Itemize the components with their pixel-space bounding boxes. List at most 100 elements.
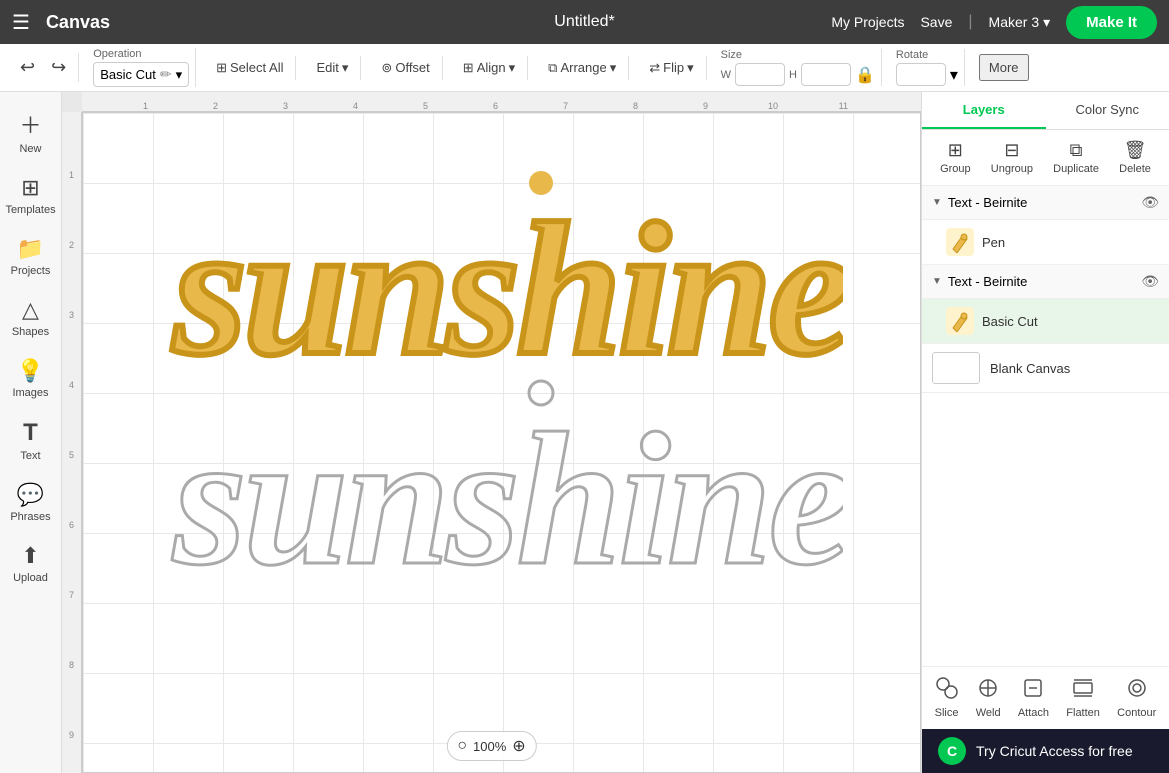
size-h-input[interactable] [801, 63, 851, 86]
arrange-button[interactable]: ⧉ Arrange ▾ [542, 56, 622, 80]
sidebar-item-images[interactable]: 💡 Images [3, 350, 59, 407]
pen-thumb-icon [949, 231, 971, 253]
weld-button[interactable]: Weld [970, 673, 1007, 723]
flatten-icon [1072, 677, 1094, 705]
slice-button[interactable]: Slice [929, 673, 965, 723]
layers-list: ▼ Text - Beirnite 👁 Pen ▼ Text - Beirnit… [922, 186, 1169, 666]
sidebar-item-shapes-label: Shapes [12, 326, 49, 338]
delete-button[interactable]: 🗑 Delete [1115, 136, 1155, 179]
visibility-icon-1[interactable]: 👁 [1141, 194, 1159, 211]
ruler-mark-6: 6 [432, 101, 502, 111]
flatten-button[interactable]: Flatten [1060, 673, 1106, 723]
cricut-banner[interactable]: C Try Cricut Access for free [922, 729, 1169, 773]
ungroup-button[interactable]: ⊟ Ungroup [987, 136, 1037, 179]
operation-select[interactable]: Basic Cut ✏ ▾ [93, 62, 189, 87]
group-label: Group [940, 163, 971, 175]
duplicate-button[interactable]: ⧉ Duplicate [1049, 136, 1103, 179]
more-button[interactable]: More [979, 54, 1029, 81]
duplicate-icon: ⧉ [1070, 140, 1083, 161]
right-panel: Layers Color Sync ⊞ Group ⊟ Ungroup ⧉ Du… [921, 92, 1169, 773]
templates-icon: ⊞ [21, 175, 39, 201]
hamburger-menu[interactable]: ☰ [12, 10, 30, 35]
align-button[interactable]: ⊞ Align ▾ [457, 56, 521, 80]
slice-icon [936, 677, 958, 705]
ruler-mark-v-3: 3 [62, 252, 81, 322]
new-icon: ＋ [19, 108, 41, 140]
projects-icon: 📁 [17, 236, 44, 262]
redo-button[interactable]: ↪ [45, 53, 72, 82]
ruler-mark-1: 1 [82, 101, 152, 111]
nav-right: My Projects Save | Maker 3 ▾ Make It [831, 6, 1157, 39]
zoom-out-button[interactable]: ○ [457, 737, 467, 755]
offset-button[interactable]: ⊚ Offset [375, 56, 435, 80]
operation-field: Operation Basic Cut ✏ ▾ [93, 48, 189, 87]
bottom-actions: Slice Weld Attach Flatten [922, 666, 1169, 729]
attach-label: Attach [1018, 707, 1049, 719]
layer-group-2-name: Text - Beirnite [948, 274, 1135, 289]
rotate-group: Rotate ▾ [890, 49, 965, 86]
size-h-label: H [789, 69, 797, 81]
chevron-down-icon: ▾ [1043, 14, 1050, 31]
zoom-in-button[interactable]: ⊕ [512, 736, 525, 756]
rotate-input[interactable] [896, 63, 946, 86]
layer-item-basiccut[interactable]: Basic Cut [922, 299, 1169, 344]
layer-group-1[interactable]: ▼ Text - Beirnite 👁 [922, 186, 1169, 220]
machine-selector[interactable]: Maker 3 ▾ [989, 14, 1051, 31]
chevron-down-icon: ▾ [342, 60, 349, 76]
make-it-button[interactable]: Make It [1066, 6, 1157, 39]
flip-button[interactable]: ⇄ Flip ▾ [643, 56, 699, 80]
operation-value: Basic Cut [100, 67, 156, 82]
align-icon: ⊞ [463, 60, 474, 76]
app-name: Canvas [46, 12, 110, 33]
contour-button[interactable]: Contour [1111, 673, 1162, 723]
layer-thumb-basiccut [946, 307, 974, 335]
select-all-label: Select All [230, 60, 283, 75]
sidebar-item-upload[interactable]: ⬆ Upload [3, 535, 59, 592]
ruler-mark-v-7: 7 [62, 532, 81, 602]
group-button[interactable]: ⊞ Group [936, 136, 975, 179]
cricut-icon: C [938, 737, 966, 765]
canvas-area: 1 2 3 4 5 6 7 8 9 10 11 1 2 3 4 5 6 7 8 … [62, 92, 921, 773]
ruler-mark-3: 3 [222, 101, 292, 111]
sidebar-item-shapes[interactable]: △ Shapes [3, 289, 59, 346]
size-w-input[interactable] [735, 63, 785, 86]
save-link[interactable]: Save [920, 14, 952, 30]
arrange-icon: ⧉ [548, 60, 557, 76]
visibility-icon-2[interactable]: 👁 [1141, 273, 1159, 290]
sidebar-item-templates-label: Templates [5, 204, 55, 216]
arrange-group: ⧉ Arrange ▾ [536, 56, 629, 80]
sidebar-item-text[interactable]: T Text [3, 411, 59, 470]
delete-icon: 🗑 [1124, 140, 1147, 161]
shapes-icon: △ [22, 297, 39, 323]
layer-group-2[interactable]: ▼ Text - Beirnite 👁 [922, 265, 1169, 299]
tab-layers[interactable]: Layers [922, 92, 1046, 129]
undo-button[interactable]: ↩ [14, 53, 41, 82]
sidebar-item-templates[interactable]: ⊞ Templates [3, 167, 59, 224]
select-all-icon: ⊞ [216, 60, 227, 76]
tab-color-sync[interactable]: Color Sync [1046, 92, 1169, 129]
flip-icon: ⇄ [649, 60, 660, 76]
sidebar-item-projects[interactable]: 📁 Projects [3, 228, 59, 285]
layer-item-pen[interactable]: Pen [922, 220, 1169, 265]
contour-icon [1126, 677, 1148, 705]
canvas-content[interactable]: sunshine sunshine [82, 112, 921, 773]
layer-item-basiccut-name: Basic Cut [982, 314, 1159, 329]
attach-button[interactable]: Attach [1012, 673, 1055, 723]
select-all-button[interactable]: ⊞ Select All [210, 56, 289, 80]
ruler-mark-11: 11 [782, 101, 852, 111]
delete-label: Delete [1119, 163, 1151, 175]
operation-group: Operation Basic Cut ✏ ▾ [87, 48, 196, 87]
upload-icon: ⬆ [21, 543, 39, 569]
edit-button[interactable]: Edit ▾ [310, 56, 354, 80]
ruler-mark-4: 4 [292, 101, 362, 111]
my-projects-link[interactable]: My Projects [831, 14, 904, 30]
pen-icon: ✏ [160, 66, 172, 83]
layer-item-pen-name: Pen [982, 235, 1159, 250]
sidebar-item-new[interactable]: ＋ New [3, 100, 59, 163]
sidebar-item-upload-label: Upload [13, 572, 48, 584]
undo-redo-group: ↩ ↪ [8, 53, 79, 82]
blank-canvas-row[interactable]: Blank Canvas [922, 344, 1169, 393]
weld-label: Weld [976, 707, 1001, 719]
sidebar-item-phrases[interactable]: 💬 Phrases [3, 474, 59, 531]
layer-group-1-name: Text - Beirnite [948, 195, 1135, 210]
